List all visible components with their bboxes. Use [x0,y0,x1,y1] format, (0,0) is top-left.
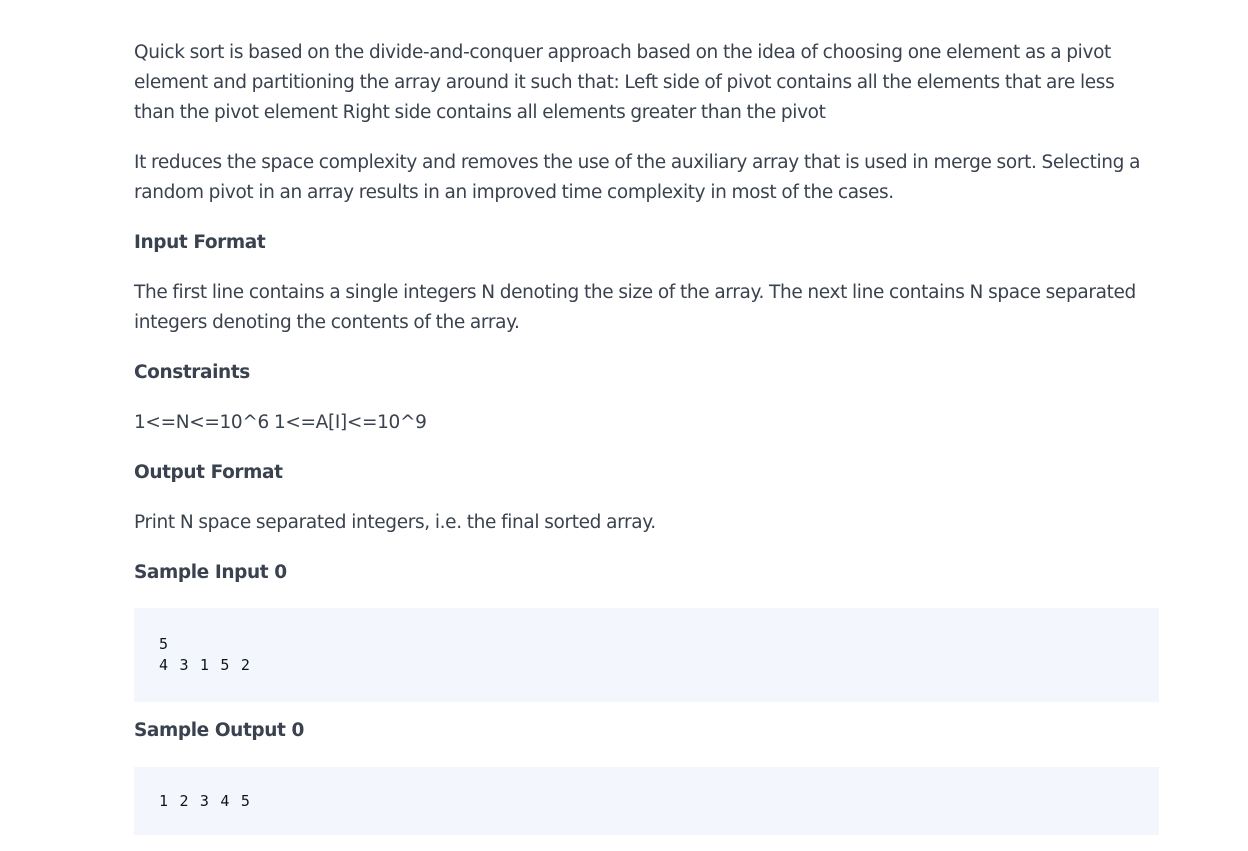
input-format-heading: Input Format [134,232,266,253]
constraints-heading: Constraints [134,362,250,383]
sample-input-heading: Sample Input 0 [134,562,287,583]
input-format-text: The first line contains a single integer… [134,282,1136,333]
sample-output-block[interactable]: 1 2 3 4 5 [134,767,1159,835]
sample-input-block[interactable]: 5 4 3 1 5 2 [134,608,1159,702]
output-format-heading: Output Format [134,462,283,483]
description-paragraph-1: Quick sort is based on the divide-and-co… [134,42,1115,123]
problem-statement: Quick sort is based on the divide-and-co… [134,38,1159,835]
constraints-text: 1<=N<=10^6 1<=A[I]<=10^9 [134,412,427,433]
description-paragraph-2: It reduces the space complexity and remo… [134,152,1141,203]
sample-output-code: 1 2 3 4 5 [159,792,252,810]
sample-input-code: 5 4 3 1 5 2 [159,635,252,674]
sample-output-heading: Sample Output 0 [134,720,304,741]
output-format-text: Print N space separated integers, i.e. t… [134,512,656,533]
